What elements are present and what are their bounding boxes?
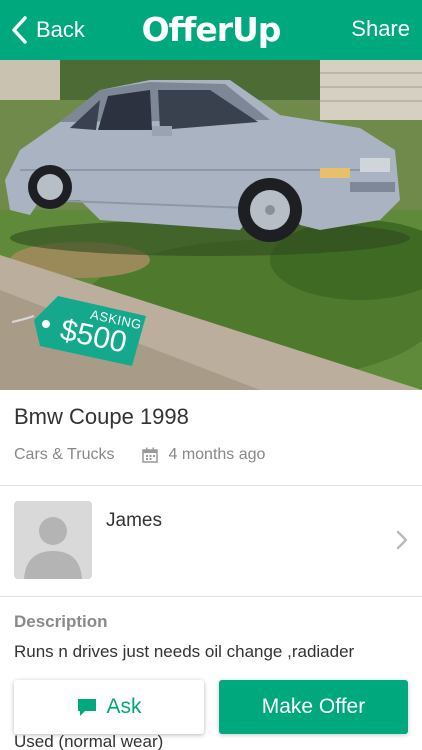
listing-title: Bmw Coupe 1998 — [14, 404, 189, 429]
divider — [0, 596, 422, 597]
seller-name: James — [106, 510, 162, 531]
chat-bubble-icon — [78, 699, 97, 716]
ask-button[interactable]: Ask — [14, 680, 204, 734]
avatar — [14, 501, 92, 579]
price-tag: ASKING $500 — [10, 292, 150, 366]
condition-text: Used (normal wear) — [14, 732, 164, 750]
description-heading: Description — [14, 612, 108, 631]
seller-row[interactable]: James — [0, 486, 422, 596]
calendar-icon — [142, 447, 159, 463]
posted-time: 4 months ago — [168, 446, 266, 463]
default-avatar-icon — [24, 517, 82, 579]
top-nav-bar: Back OfferUp Share — [0, 0, 422, 60]
ask-label: Ask — [106, 695, 142, 718]
make-offer-button[interactable]: Make Offer — [219, 680, 408, 734]
chevron-right-icon — [396, 530, 408, 550]
description-text: Runs n drives just needs oil change ,rad… — [14, 642, 355, 661]
category-label: Cars & Trucks — [14, 446, 115, 463]
listing-meta: Cars & Trucks 4 months ago — [14, 445, 265, 465]
share-button[interactable]: Share — [351, 16, 410, 42]
